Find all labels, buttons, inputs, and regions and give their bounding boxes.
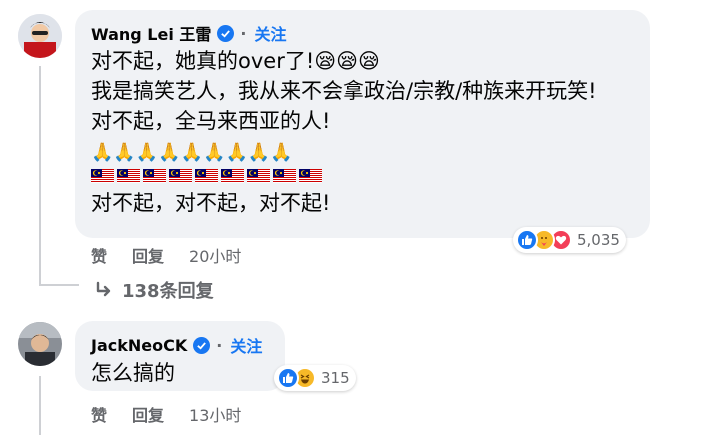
malaysia-flag-icon: [117, 168, 140, 183]
like-reaction-icon: [277, 367, 299, 389]
reaction-summary-1[interactable]: 5,035: [513, 227, 626, 253]
malaysia-flag-icon: [91, 168, 114, 183]
follow-button[interactable]: 关注: [254, 21, 286, 45]
comment-timestamp[interactable]: 13小时: [189, 402, 241, 426]
reply-button[interactable]: 回复: [132, 243, 164, 267]
avatar-wang-lei[interactable]: [18, 14, 62, 58]
reaction-summary-2[interactable]: 315: [274, 365, 356, 391]
malaysia-flag-icon: [195, 168, 218, 183]
comment-author[interactable]: Wang Lei 王雷: [91, 21, 211, 45]
comment-line: 对不起，全马来西亚的人!: [91, 109, 331, 133]
thread-line: [39, 66, 41, 286]
malaysia-flag-icon: [221, 168, 244, 183]
view-replies-link[interactable]: 138条回复: [94, 277, 214, 303]
verified-badge-icon: [217, 24, 235, 42]
reply-arrow-icon: [96, 281, 111, 297]
comment-actions-1: 赞 回复 20小时: [91, 243, 241, 267]
comment-bubble-1: Wang Lei 王雷 · 关注 对不起，她真的over了!😪😪😪 我是搞笑艺人…: [75, 10, 650, 238]
malaysia-flag-icon: [143, 168, 166, 183]
reaction-count: 5,035: [577, 231, 620, 249]
pray-emoji-row: 🙏🙏🙏🙏🙏🙏🙏🙏🙏: [91, 142, 293, 163]
avatar-jackneock[interactable]: [18, 322, 62, 366]
comment-line: 对不起，她真的over了!😪😪😪: [91, 49, 380, 73]
thread-line-curve: [39, 284, 79, 286]
like-button[interactable]: 赞: [91, 243, 107, 267]
comment-line: 怎么搞的: [91, 361, 175, 385]
follow-button[interactable]: 关注: [230, 333, 262, 357]
like-reaction-icon: [516, 229, 538, 251]
verified-badge-icon: [193, 336, 211, 354]
comment-line: 我是搞笑艺人，我从来不会拿政治/宗教/种族来开玩笑!: [91, 79, 597, 103]
malaysia-flag-row: [91, 168, 597, 183]
malaysia-flag-icon: [299, 168, 322, 183]
dot-separator: ·: [240, 23, 247, 43]
comment-author[interactable]: JackNeoCK: [91, 336, 187, 355]
thread-line-2: [39, 376, 41, 435]
comment-actions-2: 赞 回复 13小时: [91, 402, 241, 426]
comment-line: 对不起，对不起，对不起!: [91, 191, 331, 215]
like-button[interactable]: 赞: [91, 402, 107, 426]
reply-button[interactable]: 回复: [132, 402, 164, 426]
reaction-count: 315: [321, 369, 350, 387]
view-replies-label: 138条回复: [122, 281, 214, 302]
malaysia-flag-icon: [169, 168, 192, 183]
malaysia-flag-icon: [273, 168, 296, 183]
dot-separator: ·: [216, 335, 223, 355]
malaysia-flag-icon: [247, 168, 270, 183]
comment-bubble-2: JackNeoCK · 关注 怎么搞的: [75, 321, 285, 391]
comment-timestamp[interactable]: 20小时: [189, 243, 241, 267]
